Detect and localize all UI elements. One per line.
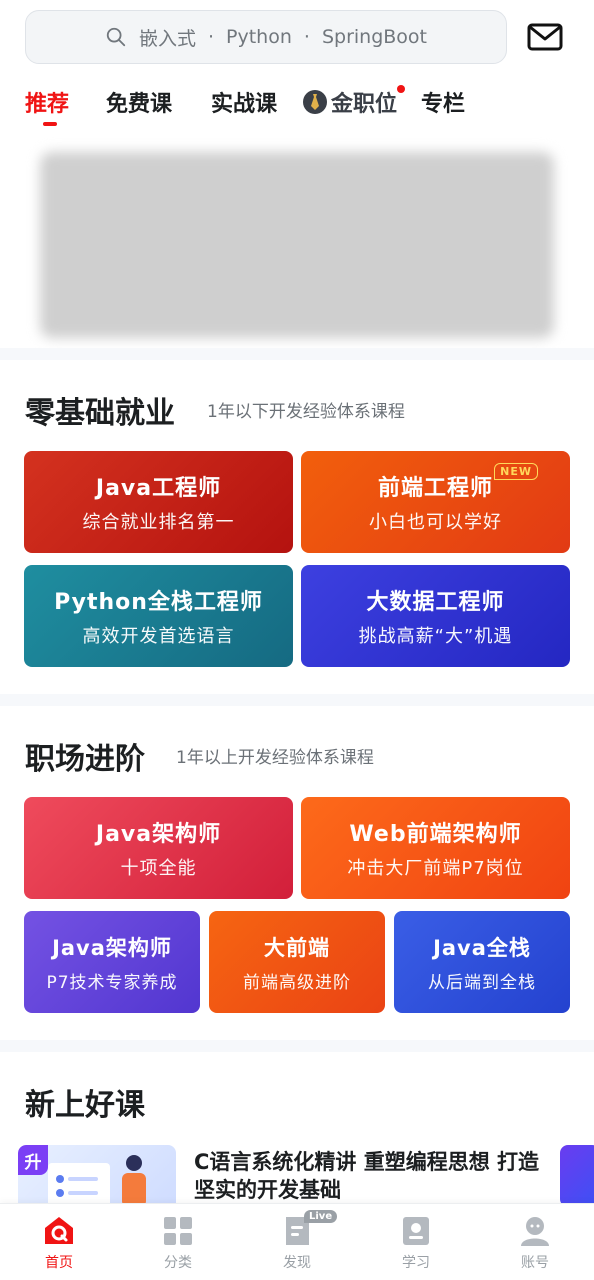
search-hint-2: Python [226, 26, 292, 48]
course-card-web-frontend-architect[interactable]: Web前端架构师 冲击大厂前端P7岗位 [301, 797, 570, 899]
section-divider [0, 348, 594, 360]
home-icon [45, 1217, 73, 1244]
notification-dot [397, 85, 405, 93]
section-title-new-courses: 新上好课 [25, 1088, 145, 1123]
course-card-python-fullstack[interactable]: Python全栈工程师 高效开发首选语言 [24, 565, 293, 667]
nav-home-label: 首页 [45, 1255, 73, 1271]
card-title: Java架构师 [95, 822, 222, 847]
card-title: 大数据工程师 [366, 590, 505, 615]
card-title: Java工程师 [95, 476, 222, 501]
course-thumbnail[interactable]: 升 [18, 1145, 176, 1207]
nav-account[interactable]: 账号 [495, 1214, 575, 1272]
nav-discover-label: 发现 [283, 1255, 311, 1271]
course-card-java-architect[interactable]: Java架构师 十项全能 [24, 797, 293, 899]
tab-gold-jobs[interactable]: 金职位 [303, 86, 397, 118]
card-subtitle: 冲击大厂前端P7岗位 [347, 858, 524, 879]
mail-icon[interactable] [525, 20, 565, 54]
card-subtitle: 小白也可以学好 [369, 512, 502, 533]
card-title: Web前端架构师 [349, 822, 522, 847]
section-title-career: 职场进阶 [25, 742, 145, 777]
tab-columns[interactable]: 专栏 [421, 86, 465, 118]
nav-account-label: 账号 [521, 1255, 549, 1271]
course-card-java-architect-p7[interactable]: Java架构师 P7技术专家养成 [24, 911, 200, 1013]
card-subtitle: 十项全能 [120, 858, 197, 879]
course-illustration [48, 1155, 146, 1207]
tab-practical-courses[interactable]: 实战课 [211, 86, 277, 118]
card-title: Python全栈工程师 [54, 590, 263, 615]
section-title-zero-basis: 零基础就业 [25, 396, 175, 431]
course-card-big-data[interactable]: 大数据工程师 挑战高薪“大”机遇 [301, 565, 570, 667]
live-badge: Live [304, 1210, 338, 1223]
search-hint-3: SpringBoot [321, 26, 428, 48]
section-divider [0, 694, 594, 706]
section-subtitle-career: 1年以上开发经验体系课程 [176, 748, 374, 768]
search-input[interactable]: 嵌入式 · Python · SpringBoot [25, 10, 507, 64]
category-tabs: 推荐 免费课 实战课 金职位 专栏 [0, 86, 594, 130]
nav-category[interactable]: 分类 [138, 1214, 218, 1272]
section-divider [0, 1040, 594, 1052]
tab-recommend[interactable]: 推荐 [25, 86, 69, 118]
nav-category-label: 分类 [164, 1255, 192, 1271]
card-title: 大前端 [264, 935, 330, 960]
search-hint-1: 嵌入式 [138, 27, 196, 50]
bottom-nav: 首页 分类 发现 学习 账号 [0, 1203, 594, 1280]
card-subtitle: 前端高级进阶 [243, 972, 351, 993]
card-subtitle: 高效开发首选语言 [82, 626, 235, 647]
new-badge: NEW [494, 463, 538, 480]
course-card-big-frontend[interactable]: 大前端 前端高级进阶 [209, 911, 385, 1013]
search-icon [106, 27, 126, 47]
course-thumbnail-next[interactable] [560, 1145, 594, 1207]
card-subtitle: 挑战高薪“大”机遇 [358, 626, 513, 647]
card-title: 前端工程师 [377, 476, 493, 501]
card-subtitle: P7技术专家养成 [46, 972, 178, 993]
nav-study[interactable]: 学习 [376, 1214, 456, 1272]
card-title: Java全栈 [433, 935, 531, 960]
card-title: Java架构师 [52, 935, 172, 960]
active-tab-indicator [43, 122, 57, 126]
tab-free-courses[interactable]: 免费课 [106, 86, 172, 118]
tie-icon [303, 90, 327, 114]
course-title[interactable]: C语言系统化精讲 重塑编程思想 打造坚实的开发基础 [194, 1148, 554, 1204]
study-card-icon [403, 1217, 429, 1245]
card-subtitle: 综合就业排名第一 [82, 512, 235, 533]
card-subtitle: 从后端到全栈 [428, 972, 536, 993]
section-subtitle-zero-basis: 1年以下开发经验体系课程 [207, 402, 405, 422]
promo-banner[interactable] [40, 152, 554, 338]
user-avatar-icon [521, 1217, 549, 1246]
search-hint-sep: · [303, 26, 310, 48]
nav-study-label: 学习 [402, 1255, 430, 1271]
tab-gold-jobs-label: 金职位 [331, 92, 398, 117]
search-hint-sep: · [207, 26, 215, 48]
grid-icon [164, 1217, 192, 1245]
nav-home[interactable]: 首页 [19, 1214, 99, 1272]
course-card-java-engineer[interactable]: Java工程师 综合就业排名第一 [24, 451, 293, 553]
course-card-java-fullstack[interactable]: Java全栈 从后端到全栈 [394, 911, 570, 1013]
course-card-frontend-engineer[interactable]: NEW 前端工程师 小白也可以学好 [301, 451, 570, 553]
